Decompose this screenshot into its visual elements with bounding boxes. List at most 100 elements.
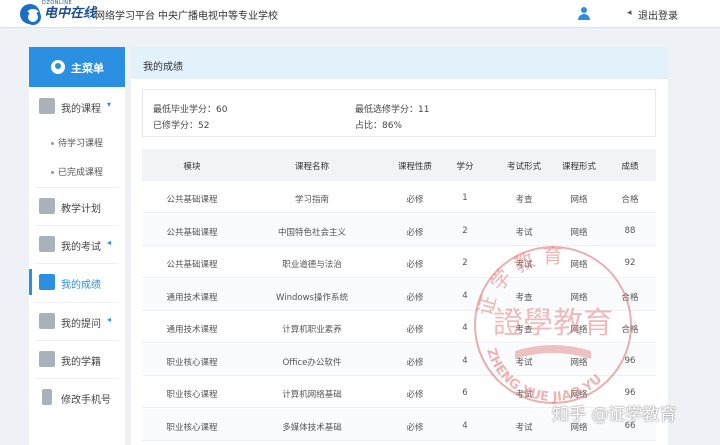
module-cell: 职业核心课程	[166, 357, 218, 368]
earned-credits: 已修学分：52	[153, 121, 210, 131]
module-cell: 公共基础课程	[166, 195, 218, 205]
course-format-cell: 网络	[570, 357, 588, 368]
menu-logo-icon	[51, 60, 65, 74]
course-format-cell: 网络	[570, 292, 588, 303]
course-type-cell: 必修	[406, 325, 424, 335]
score-cell: 合格	[621, 325, 639, 335]
exam-type-cell: 考试	[515, 422, 533, 433]
sidebar-item-label: 我的考试	[61, 242, 101, 253]
credit-cell: 4	[462, 323, 468, 333]
course-name-cell: 职业道德与法治	[282, 260, 342, 270]
sidebar: 主菜单 我的课程 ▾ 待学习课程 已完成课程 教学计划 我的考试 ◂ 我的成绩 …	[29, 47, 125, 445]
exam-type-cell: 考查	[515, 325, 533, 335]
divider	[89, 8, 90, 20]
table-row: 公共基础课程 职业道德与法治 必修 2 考试 网络 92	[142, 246, 656, 278]
column-header: 考试形式	[506, 162, 541, 172]
course-format-cell: 网络	[570, 260, 588, 270]
course-type-cell: 必修	[406, 227, 424, 238]
credit-cell: 4	[462, 290, 468, 301]
sidebar-item-my-exams[interactable]: 我的考试 ◂	[29, 227, 125, 261]
min-graduation-credits: 最低毕业学分：60	[153, 105, 228, 115]
course-type-cell: 必修	[406, 357, 424, 368]
column-header: 课程形式	[561, 162, 596, 172]
course-format-cell: 网络	[570, 325, 588, 335]
course-format-cell: 网络	[570, 195, 588, 205]
main-menu-header: 主菜单	[29, 47, 125, 87]
sidebar-item-label: 我的课程	[61, 104, 101, 115]
score-cell: 96	[624, 388, 636, 398]
credit-ratio: 占比：86%	[355, 121, 403, 131]
user-icon[interactable]	[578, 7, 590, 20]
calendar-icon	[39, 198, 55, 214]
edit-icon	[39, 236, 55, 252]
id-card-icon	[39, 351, 55, 367]
corner-watermark: 知乎 @证学教育	[552, 405, 677, 425]
sidebar-item-my-enrollment[interactable]: 我的学籍	[29, 342, 125, 376]
sidebar-item-label: 教学计划	[61, 204, 101, 215]
score-cell: 合格	[621, 195, 639, 205]
sidebar-item-my-courses[interactable]: 我的课程 ▾	[29, 89, 125, 123]
score-cell: 合格	[621, 292, 639, 303]
sidebar-item-label: 我的成绩	[61, 280, 101, 291]
table-row: 公共基础课程 学习指南 必修 1 考查 网络 合格	[142, 181, 656, 213]
site-logo[interactable]: 电中在线	[20, 3, 96, 25]
column-header: 模块	[183, 162, 201, 172]
credit-cell: 2	[462, 225, 468, 236]
course-name-cell: Office办公软件	[282, 357, 342, 368]
chevron-left-icon: ◂	[107, 315, 112, 324]
table-row: 公共基础课程 中国特色社会主义 必修 2 考试 网络 88	[142, 213, 656, 246]
sidebar-subitem-pending-courses[interactable]: 待学习课程	[51, 136, 103, 149]
course-type-cell: 必修	[406, 195, 424, 205]
divider	[35, 187, 119, 188]
module-cell: 通用技术课程	[166, 292, 218, 303]
sidebar-item-my-questions[interactable]: 我的提问 ◂	[29, 304, 125, 338]
course-type-cell: 必修	[406, 292, 424, 303]
score-cell: 88	[624, 225, 636, 236]
sidebar-item-label: 修改手机号	[61, 395, 111, 406]
phone-icon	[42, 389, 52, 405]
column-header: 成绩	[621, 162, 639, 172]
course-name-cell: 学习指南	[294, 195, 329, 205]
sidebar-item-my-scores[interactable]: 我的成绩	[29, 265, 125, 299]
course-type-cell: 必修	[406, 390, 424, 400]
table-header: 模块 课程名称 课程性质 学分 考试形式 课程形式 成绩	[142, 149, 656, 181]
table-row: 职业核心课程 Office办公软件 必修 4 考试 网络 96	[142, 343, 656, 376]
module-cell: 公共基础课程	[166, 260, 218, 270]
video-icon	[39, 98, 55, 114]
main-panel: 我的成绩 最低毕业学分：60 最低选修学分：11 已修学分：52 占比：86% …	[131, 47, 668, 445]
module-cell: 职业核心课程	[166, 422, 218, 433]
course-type-cell: 必修	[406, 422, 424, 433]
min-elective-credits: 最低选修学分：11	[355, 105, 430, 115]
exam-type-cell: 考查	[515, 195, 533, 205]
table-row: 通用技术课程 Windows操作系统 必修 4 考查 网络 合格	[142, 278, 656, 311]
chevron-down-icon: ▾	[107, 100, 112, 109]
column-header: 学分	[456, 162, 474, 172]
credit-cell: 4	[462, 420, 468, 431]
divider	[35, 263, 119, 264]
credit-cell: 1	[462, 193, 468, 203]
sidebar-item-label: 我的提问	[61, 319, 101, 330]
logout-link[interactable]: 退出登录	[638, 7, 678, 22]
logo-subtext: DZONLINE	[42, 0, 73, 6]
module-cell: 职业核心课程	[166, 390, 218, 400]
divider	[35, 378, 119, 379]
course-format-cell: 网络	[570, 390, 588, 400]
score-cell: 96	[624, 355, 636, 366]
credit-cell: 6	[462, 388, 468, 398]
credit-summary: 最低毕业学分：60 最低选修学分：11 已修学分：52 占比：86%	[142, 89, 656, 137]
score-cell: 92	[624, 258, 636, 268]
sidebar-item-label: 我的学籍	[61, 357, 101, 368]
exam-type-cell: 考查	[515, 292, 533, 303]
exam-type-cell: 考试	[515, 260, 533, 270]
sidebar-subitem-completed-courses[interactable]: 已完成课程	[51, 165, 103, 178]
course-name-cell: Windows操作系统	[276, 292, 348, 303]
sidebar-item-teaching-plan[interactable]: 教学计划	[29, 189, 125, 223]
logo-mark-icon	[20, 4, 41, 25]
divider	[35, 225, 119, 226]
course-name-cell: 计算机职业素养	[282, 325, 342, 335]
sidebar-item-change-phone[interactable]: 修改手机号	[29, 380, 125, 414]
exam-type-cell: 考试	[515, 390, 533, 400]
chevron-left-icon: ◂	[107, 238, 112, 247]
top-bar: 电中在线 DZONLINE 网络学习平台 中央广播电视中等专业学校 ◂ 退出登录	[0, 0, 720, 28]
exam-type-cell: 考试	[515, 227, 533, 238]
